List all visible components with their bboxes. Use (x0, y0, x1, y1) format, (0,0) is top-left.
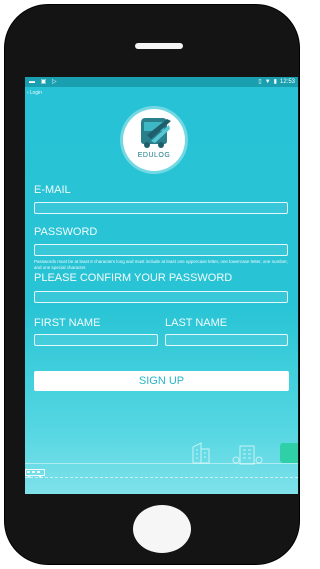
last-name-field[interactable] (165, 334, 288, 351)
last-name-label: LAST NAME (165, 317, 228, 329)
status-left-icons: ▬ ▣ ▷ (29, 77, 59, 87)
message-icon: ▬ (29, 79, 37, 85)
email-label: E-MAIL (34, 184, 71, 196)
first-name-field[interactable] (34, 334, 158, 351)
first-name-input[interactable] (35, 340, 157, 351)
password-field[interactable] (34, 244, 288, 261)
edulog-logo: EDULOG (123, 109, 185, 171)
email-input[interactable] (35, 208, 287, 219)
home-button[interactable] (133, 505, 191, 553)
photo-icon: ▣ (40, 79, 49, 85)
confirm-password-input[interactable] (35, 297, 287, 308)
bus-small-icon (25, 469, 45, 478)
wifi-icon: ▼ (264, 79, 271, 85)
first-name-label: FIRST NAME (34, 317, 101, 329)
app-screen: ▬ ▣ ▷ ▯ ▼ ▮ 12:53 ‹ Login EDULOG E-MAIL … (25, 77, 298, 494)
battery-icon: ▮ (273, 79, 277, 85)
road-dashes (25, 477, 298, 478)
status-bar: ▬ ▣ ▷ ▯ ▼ ▮ 12:53 (25, 77, 298, 87)
sign-up-button[interactable]: SIGN UP (34, 371, 289, 391)
green-tree-shape (280, 443, 298, 463)
chevron-left-icon: ‹ (27, 90, 29, 96)
status-right-icons: ▯ ▼ ▮ 12:53 (258, 77, 295, 87)
back-label: Login (29, 90, 42, 96)
email-field[interactable] (34, 202, 288, 219)
confirm-password-field[interactable] (34, 291, 288, 308)
confirm-password-label: PLEASE CONFIRM YOUR PASSWORD (34, 272, 233, 284)
password-label: PASSWORD (34, 226, 98, 238)
back-to-login-link[interactable]: ‹ Login (27, 90, 42, 96)
bus-icon (141, 118, 171, 148)
vibrate-icon: ▯ (258, 79, 262, 85)
last-name-input[interactable] (166, 340, 287, 351)
school-icon (232, 445, 263, 465)
building-icon (192, 442, 210, 464)
password-hint: Passwords must be at least 8 characters … (34, 259, 288, 270)
play-store-icon: ▷ (52, 79, 59, 85)
logo-text: EDULOG (137, 152, 171, 159)
phone-speaker (135, 43, 183, 49)
status-time: 12:53 (279, 79, 295, 85)
